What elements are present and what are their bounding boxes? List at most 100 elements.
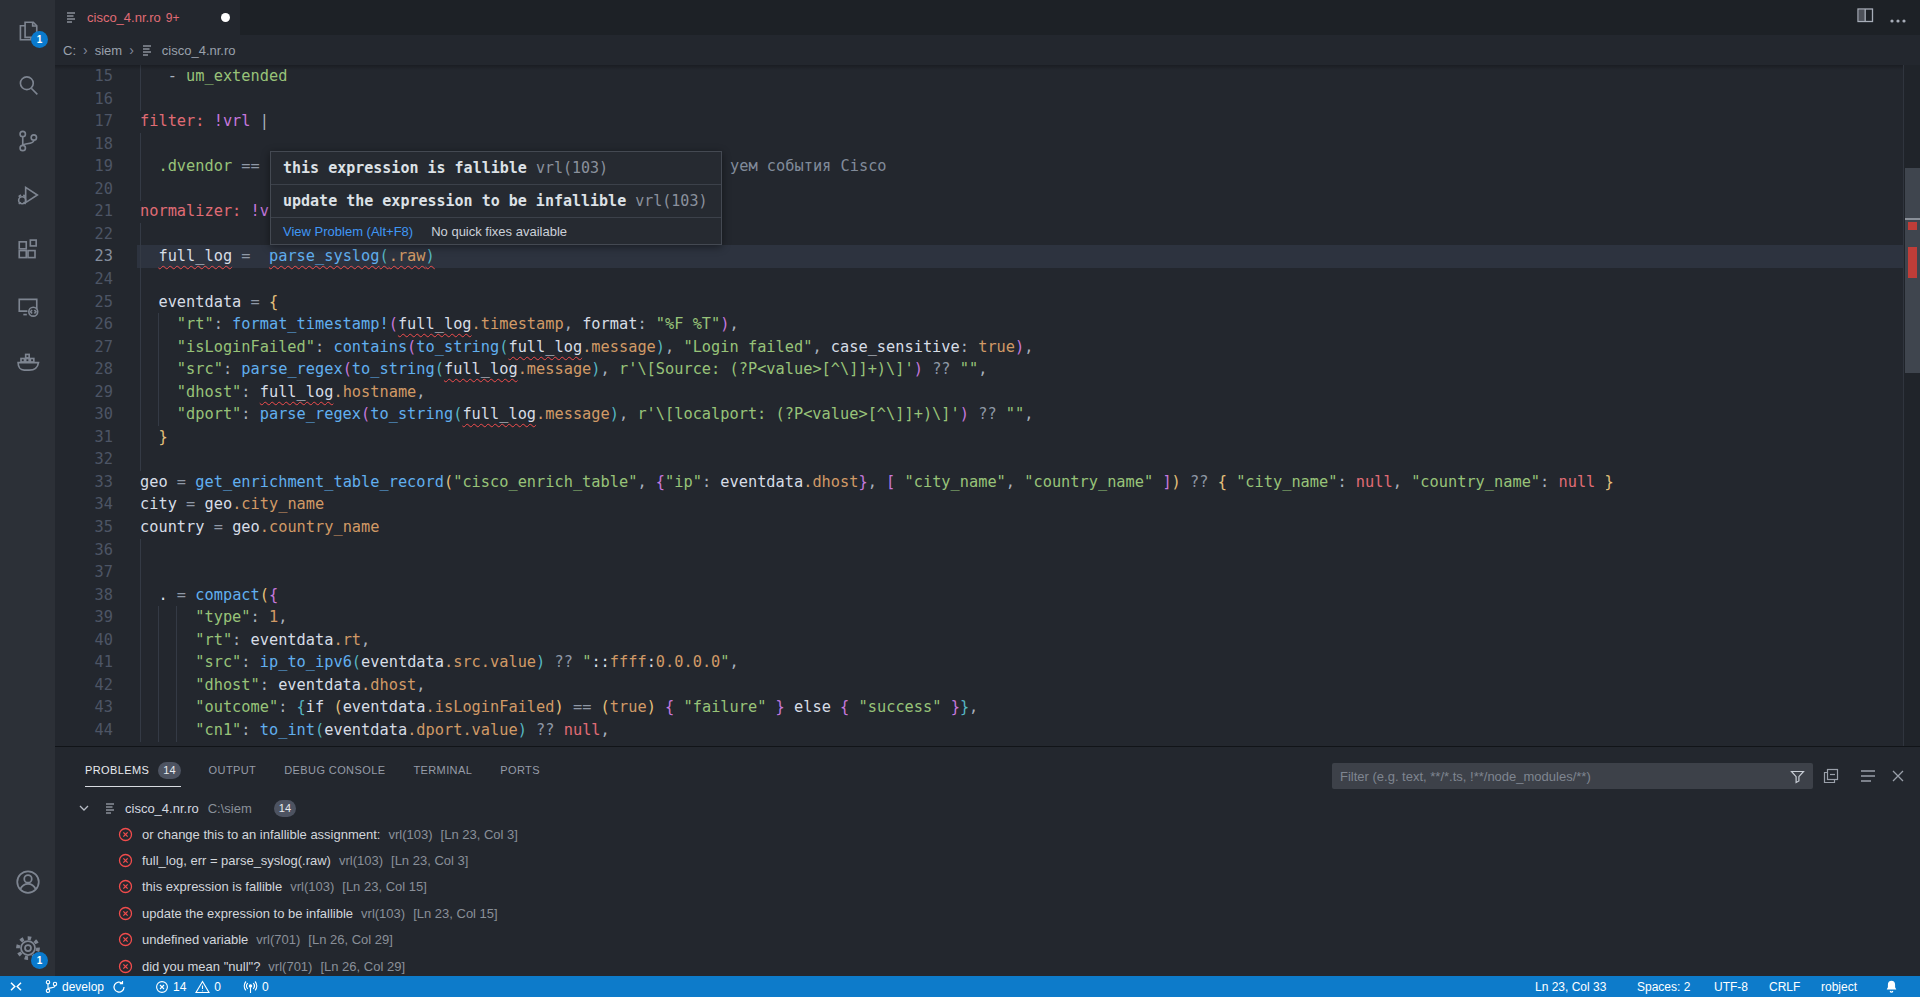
radio-tower-icon bbox=[243, 980, 258, 994]
cursor-position[interactable]: Ln 23, Col 33 bbox=[1535, 976, 1606, 997]
extensions-icon[interactable] bbox=[0, 227, 55, 273]
code-line-35[interactable]: 35country = geo.country_name bbox=[55, 516, 1903, 539]
settings-gear-icon[interactable]: 1 bbox=[0, 925, 55, 971]
line-number: 36 bbox=[55, 539, 113, 562]
code-line-31[interactable]: 31 } bbox=[55, 426, 1903, 449]
line-number: 15 bbox=[55, 65, 113, 88]
problems-filter-input[interactable]: Filter (e.g. text, **/*.ts, !**/node_mod… bbox=[1332, 763, 1813, 789]
line-number: 20 bbox=[55, 178, 113, 201]
breadcrumb-file[interactable]: cisco_4.nr.ro bbox=[162, 43, 236, 58]
line-number: 21 bbox=[55, 200, 113, 223]
split-editor-icon[interactable] bbox=[1857, 8, 1874, 27]
code-line-44[interactable]: 44 "cn1": to_int(eventdata.dport.value) … bbox=[55, 719, 1903, 742]
problem-row[interactable]: this expression is falliblevrl(103)[Ln 2… bbox=[55, 874, 1920, 900]
code-line-38[interactable]: 38 . = compact({ bbox=[55, 584, 1903, 607]
eol-sequence[interactable]: CRLF bbox=[1769, 976, 1800, 997]
code-line-23[interactable]: 23 full_log = parse_syslog(.raw) bbox=[55, 245, 1903, 268]
chevron-right-icon: › bbox=[129, 42, 134, 58]
line-number: 38 bbox=[55, 584, 113, 607]
line-number: 40 bbox=[55, 629, 113, 652]
breadcrumb-drive[interactable]: C: bbox=[63, 43, 76, 58]
explorer-icon[interactable]: 1 bbox=[0, 8, 55, 54]
editor-scrollbar[interactable] bbox=[1903, 65, 1920, 746]
language-mode[interactable]: robject bbox=[1821, 976, 1857, 997]
code-line-41[interactable]: 41 "src": ip_to_ipv6(eventdata.src.value… bbox=[55, 651, 1903, 674]
view-problem-link[interactable]: View Problem (Alt+F8) bbox=[283, 224, 413, 239]
settings-badge: 1 bbox=[31, 952, 48, 969]
sync-icon bbox=[112, 980, 126, 994]
code-line-30[interactable]: 30 "dport": parse_regex(to_string(full_l… bbox=[55, 403, 1903, 426]
code-line-32[interactable]: 32 bbox=[55, 448, 1903, 471]
panel-tabs: PROBLEMS14 OUTPUT DEBUG CONSOLE TERMINAL… bbox=[85, 757, 568, 783]
tab-terminal[interactable]: TERMINAL bbox=[413, 757, 472, 783]
tab-cisco-file[interactable]: cisco_4.nr.ro 9+ bbox=[55, 0, 240, 35]
file-icon bbox=[141, 43, 156, 58]
error-icon bbox=[118, 932, 133, 947]
breadcrumb-folder[interactable]: siem bbox=[95, 43, 122, 58]
ports-status[interactable]: 0 bbox=[243, 976, 269, 997]
code-line-34[interactable]: 34city = geo.city_name bbox=[55, 493, 1903, 516]
problems-status[interactable]: 14 0 bbox=[155, 976, 221, 997]
code-line-16[interactable]: 16 bbox=[55, 88, 1903, 111]
account-icon[interactable] bbox=[0, 859, 55, 905]
problem-row[interactable]: full_log, err = parse_syslog(.raw)vrl(10… bbox=[55, 847, 1920, 873]
quick-fix-hint: No quick fixes available bbox=[431, 224, 567, 239]
git-branch-status[interactable]: develop bbox=[44, 976, 126, 997]
remote-explorer-icon[interactable] bbox=[0, 284, 55, 330]
code-line-26[interactable]: 26 "rt": format_timestamp!(full_log.time… bbox=[55, 313, 1903, 336]
indentation[interactable]: Spaces: 2 bbox=[1637, 976, 1690, 997]
line-number: 26 bbox=[55, 313, 113, 336]
code-line-28[interactable]: 28 "src": parse_regex(to_string(full_log… bbox=[55, 358, 1903, 381]
code-line-15[interactable]: 15 - um_extended bbox=[55, 65, 1903, 88]
docker-icon[interactable] bbox=[0, 339, 55, 385]
code-line-25[interactable]: 25 eventdata = { bbox=[55, 291, 1903, 314]
line-number: 19 bbox=[55, 155, 113, 178]
status-bar: develop 14 0 0 Ln 23, Col 33 Spaces: 2 U… bbox=[0, 976, 1920, 997]
code-line-36[interactable]: 36 bbox=[55, 539, 1903, 562]
code-line-29[interactable]: 29 "dhost": full_log.hostname, bbox=[55, 381, 1903, 404]
problem-row[interactable]: undefined variablevrl(701)[Ln 26, Col 29… bbox=[55, 927, 1920, 953]
run-debug-icon[interactable] bbox=[0, 172, 55, 218]
search-icon[interactable] bbox=[0, 62, 55, 108]
breadcrumb: C: › siem › cisco_4.nr.ro bbox=[55, 35, 1920, 65]
line-number: 23 bbox=[55, 245, 113, 268]
line-number: 37 bbox=[55, 561, 113, 584]
code-line-17[interactable]: 17filter: !vrl | bbox=[55, 110, 1903, 133]
code-line-24[interactable]: 24 bbox=[55, 268, 1903, 291]
problem-row[interactable]: update the expression to be infalliblevr… bbox=[55, 900, 1920, 926]
line-number: 28 bbox=[55, 358, 113, 381]
tab-problems[interactable]: PROBLEMS14 bbox=[85, 757, 181, 783]
warning-icon bbox=[195, 980, 210, 994]
tab-output[interactable]: OUTPUT bbox=[209, 757, 257, 783]
close-panel-icon[interactable] bbox=[1885, 763, 1911, 789]
code-line-42[interactable]: 42 "dhost": eventdata.dhost, bbox=[55, 674, 1903, 697]
encoding[interactable]: UTF-8 bbox=[1714, 976, 1748, 997]
hover-diagnostics-tooltip: this expression is fallible vrl(103) upd… bbox=[270, 151, 722, 245]
error-icon bbox=[118, 827, 133, 842]
view-as-table-icon[interactable] bbox=[1855, 763, 1881, 789]
tab-dirty-dot[interactable] bbox=[221, 13, 230, 22]
line-number: 27 bbox=[55, 336, 113, 359]
code-line-43[interactable]: 43 "outcome": {if (eventdata.isLoginFail… bbox=[55, 696, 1903, 719]
code-line-40[interactable]: 40 "rt": eventdata.rt, bbox=[55, 629, 1903, 652]
problem-row[interactable]: or change this to an infallible assignme… bbox=[55, 821, 1920, 847]
tab-ports[interactable]: PORTS bbox=[500, 757, 540, 783]
filter-funnel-icon bbox=[1790, 769, 1805, 784]
code-line-27[interactable]: 27 "isLoginFailed": contains(to_string(f… bbox=[55, 336, 1903, 359]
notifications-bell-icon[interactable] bbox=[1884, 976, 1899, 997]
code-line-39[interactable]: 39 "type": 1, bbox=[55, 606, 1903, 629]
tab-debug-console[interactable]: DEBUG CONSOLE bbox=[284, 757, 385, 783]
chevron-down-icon bbox=[78, 802, 90, 814]
collapse-all-icon[interactable] bbox=[1818, 763, 1844, 789]
problems-file-row[interactable]: cisco_4.nr.ro C:\siem 14 bbox=[55, 795, 1920, 821]
more-actions-icon[interactable] bbox=[1890, 9, 1906, 27]
error-icon bbox=[118, 906, 133, 921]
error-overview-mark bbox=[1908, 222, 1917, 230]
code-line-33[interactable]: 33geo = get_enrichment_table_record("cis… bbox=[55, 471, 1903, 494]
tab-bar: cisco_4.nr.ro 9+ bbox=[55, 0, 1920, 35]
problems-panel: PROBLEMS14 OUTPUT DEBUG CONSOLE TERMINAL… bbox=[55, 746, 1920, 976]
remote-indicator[interactable] bbox=[8, 976, 24, 997]
code-line-37[interactable]: 37 bbox=[55, 561, 1903, 584]
line-number: 39 bbox=[55, 606, 113, 629]
source-control-icon[interactable] bbox=[0, 118, 55, 164]
